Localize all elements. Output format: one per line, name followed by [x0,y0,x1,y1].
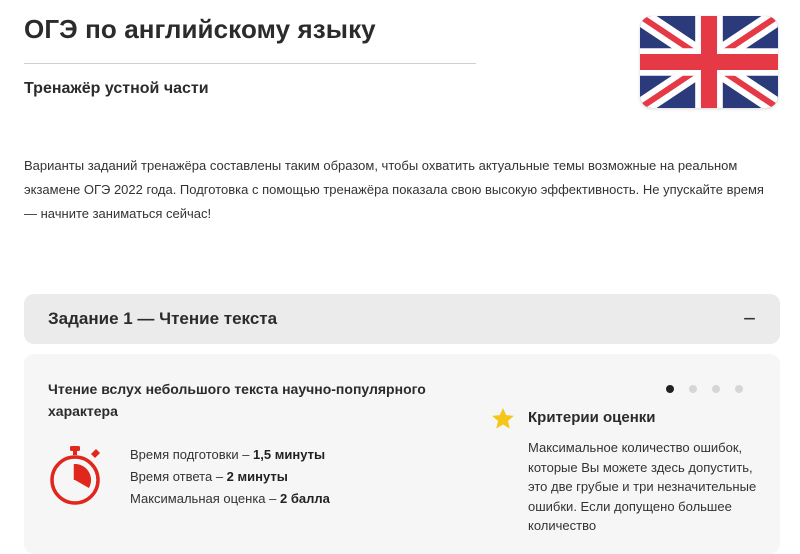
carousel-dots [666,385,743,393]
page-subtitle: Тренажёр устной части [24,80,209,97]
stat-max-score: Максимальная оценка – 2 балла [130,491,330,506]
carousel-dot-2[interactable] [689,385,697,393]
carousel-dot-4[interactable] [735,385,743,393]
star-icon [492,407,514,429]
stopwatch-icon [50,446,100,505]
carousel-dot-3[interactable] [712,385,720,393]
carousel-dot-1[interactable] [666,385,674,393]
criteria-text: Максимальное количество ошибок, которые … [528,440,757,533]
minus-icon[interactable]: − [743,308,756,330]
task-1-panel: Чтение вслух небольшого текста научно-по… [24,354,780,554]
title-divider [24,63,476,64]
stat-prep-time: Время подготовки – 1,5 минуты [130,447,326,462]
task-stats: Время подготовки – 1,5 минуты Время отве… [130,444,330,510]
task-1-title: Задание 1 — Чтение текста [48,309,278,328]
stat-answer-time: Время ответа – 2 минуты [130,469,288,484]
task-heading: Чтение вслух небольшого текста научно-по… [48,381,426,419]
criteria-title: Критерии оценки [528,409,656,426]
task-1-accordion-header[interactable]: Задание 1 — Чтение текста − [24,294,780,344]
uk-flag-icon [640,16,778,108]
intro-text: Варианты заданий тренажёра составлены та… [24,158,764,221]
page-title: ОГЭ по английскому языку [24,14,376,44]
